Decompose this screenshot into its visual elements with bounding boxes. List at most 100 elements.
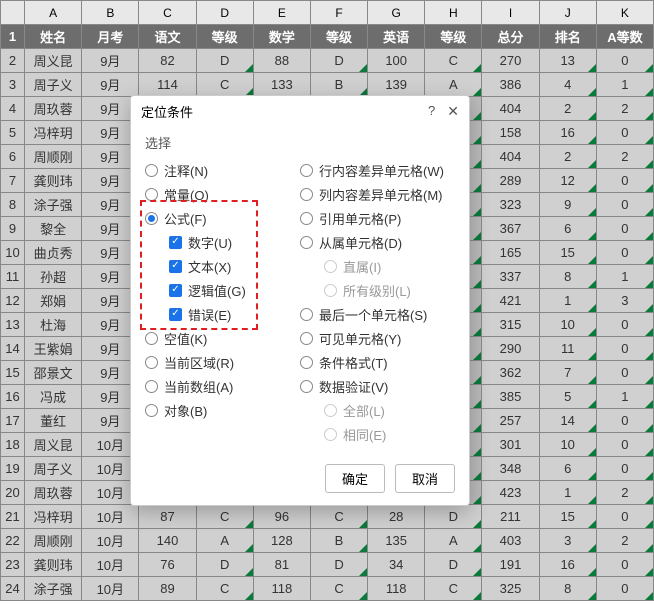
option-dv[interactable]: 数据验证(V) <box>300 374 455 398</box>
radio-icon[interactable] <box>300 164 313 177</box>
cell[interactable]: 冯梓玥 <box>25 121 82 145</box>
row-header[interactable]: 11 <box>1 265 25 289</box>
radio-icon[interactable] <box>300 212 313 225</box>
cell[interactable]: 82 <box>139 49 196 73</box>
cell[interactable]: D <box>196 49 253 73</box>
radio-icon[interactable] <box>300 332 313 345</box>
option-last[interactable]: 最后一个单元格(S) <box>300 302 455 326</box>
col-header-E[interactable]: E <box>253 1 310 25</box>
close-icon[interactable]: ✕ <box>447 103 459 120</box>
row-header[interactable]: 4 <box>1 97 25 121</box>
cell[interactable]: 周子义 <box>25 457 82 481</box>
row-header[interactable]: 19 <box>1 457 25 481</box>
cell[interactable]: 1 <box>539 481 596 505</box>
cell[interactable]: 270 <box>482 49 539 73</box>
cell[interactable]: 118 <box>253 577 310 601</box>
option-logic[interactable]: 逻辑值(G) <box>145 278 300 302</box>
cell[interactable]: 257 <box>482 409 539 433</box>
cell[interactable]: 孙超 <box>25 265 82 289</box>
cell[interactable]: 0 <box>596 505 653 529</box>
cell[interactable]: 191 <box>482 553 539 577</box>
header-cell[interactable]: 等级 <box>425 25 482 49</box>
cell[interactable]: 12 <box>539 169 596 193</box>
cell[interactable]: 1 <box>596 385 653 409</box>
cell[interactable]: B <box>310 529 367 553</box>
cell[interactable]: 315 <box>482 313 539 337</box>
cell[interactable]: 10月 <box>82 529 139 553</box>
option-rowdiff[interactable]: 行内容差异单元格(W) <box>300 158 455 182</box>
cell[interactable]: 0 <box>596 457 653 481</box>
cell[interactable]: 118 <box>368 577 425 601</box>
cell[interactable]: 404 <box>482 145 539 169</box>
header-cell[interactable]: 等级 <box>196 25 253 49</box>
cell[interactable]: 3 <box>596 289 653 313</box>
col-header-F[interactable]: F <box>310 1 367 25</box>
cell[interactable]: C <box>310 505 367 529</box>
radio-icon[interactable] <box>145 212 158 225</box>
cell[interactable]: 0 <box>596 577 653 601</box>
select-all-corner[interactable] <box>1 1 25 25</box>
cell[interactable]: 135 <box>368 529 425 553</box>
option-obj[interactable]: 对象(B) <box>145 398 300 422</box>
row-header[interactable]: 14 <box>1 337 25 361</box>
option-text[interactable]: 文本(X) <box>145 254 300 278</box>
cell[interactable]: 冯梓玥 <box>25 505 82 529</box>
cell[interactable]: 5 <box>539 385 596 409</box>
cell[interactable]: 0 <box>596 409 653 433</box>
cell[interactable]: C <box>310 577 367 601</box>
row-header[interactable]: 13 <box>1 313 25 337</box>
checkbox-icon[interactable] <box>169 236 182 249</box>
cell[interactable]: 133 <box>253 73 310 97</box>
radio-icon[interactable] <box>145 164 158 177</box>
cell[interactable]: A <box>425 529 482 553</box>
row-header[interactable]: 2 <box>1 49 25 73</box>
cell[interactable]: 89 <box>139 577 196 601</box>
cell[interactable]: 1 <box>596 265 653 289</box>
row-header[interactable]: 7 <box>1 169 25 193</box>
cell[interactable]: 13 <box>539 49 596 73</box>
cell[interactable]: 7 <box>539 361 596 385</box>
option-cf[interactable]: 条件格式(T) <box>300 350 455 374</box>
cell[interactable]: 8 <box>539 265 596 289</box>
row-header[interactable]: 1 <box>1 25 25 49</box>
cell[interactable]: 曲贞秀 <box>25 241 82 265</box>
row-header[interactable]: 16 <box>1 385 25 409</box>
col-header-D[interactable]: D <box>196 1 253 25</box>
cell[interactable]: 龚则玮 <box>25 553 82 577</box>
cell[interactable]: 76 <box>139 553 196 577</box>
cell[interactable]: 96 <box>253 505 310 529</box>
cell[interactable]: 16 <box>539 121 596 145</box>
row-header[interactable]: 12 <box>1 289 25 313</box>
cell[interactable]: 郑娟 <box>25 289 82 313</box>
option-dep[interactable]: 从属单元格(D) <box>300 230 455 254</box>
cell[interactable]: 0 <box>596 337 653 361</box>
row-header[interactable]: 22 <box>1 529 25 553</box>
cell[interactable]: 2 <box>596 97 653 121</box>
cell[interactable]: 289 <box>482 169 539 193</box>
option-vis[interactable]: 可见单元格(Y) <box>300 326 455 350</box>
row-header[interactable]: 10 <box>1 241 25 265</box>
cell[interactable]: 34 <box>368 553 425 577</box>
col-header-I[interactable]: I <box>482 1 539 25</box>
cell[interactable]: D <box>425 505 482 529</box>
cell[interactable]: 158 <box>482 121 539 145</box>
header-cell[interactable]: 数学 <box>253 25 310 49</box>
row-header[interactable]: 20 <box>1 481 25 505</box>
cell[interactable]: 2 <box>596 145 653 169</box>
cell[interactable]: 涂子强 <box>25 577 82 601</box>
cell[interactable]: 385 <box>482 385 539 409</box>
radio-icon[interactable] <box>300 188 313 201</box>
radio-icon[interactable] <box>145 404 158 417</box>
cell[interactable]: 11 <box>539 337 596 361</box>
cell[interactable]: D <box>310 553 367 577</box>
cell[interactable]: 0 <box>596 121 653 145</box>
cell[interactable]: 81 <box>253 553 310 577</box>
cell[interactable]: C <box>196 73 253 97</box>
cell[interactable]: B <box>310 73 367 97</box>
ok-button[interactable]: 确定 <box>325 464 385 493</box>
option-formula[interactable]: 公式(F) <box>145 206 300 230</box>
cell[interactable]: 9 <box>539 193 596 217</box>
cell[interactable]: 冯成 <box>25 385 82 409</box>
cell[interactable]: 杜海 <box>25 313 82 337</box>
cell[interactable]: 10月 <box>82 505 139 529</box>
